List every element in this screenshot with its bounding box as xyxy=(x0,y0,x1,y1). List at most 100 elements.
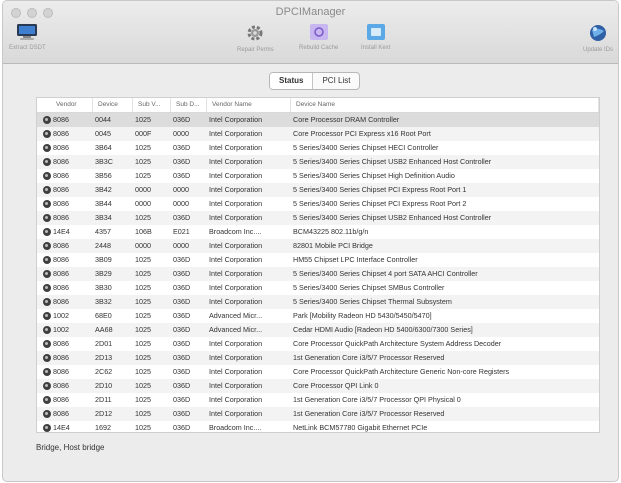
column-sub-vendor[interactable]: Sub V... xyxy=(135,98,171,112)
device-name-cell: 5 Series/3400 Series Chipset USB2 Enhanc… xyxy=(293,157,492,166)
rebuild-cache-button[interactable]: Rebuild Cache xyxy=(299,23,338,51)
device-name-cell: Core Processor PCI Express x16 Root Port xyxy=(293,129,431,138)
table-row[interactable]: 14E4 4357 106B E021 Broadcom Inc.... BCM43225… xyxy=(37,225,599,239)
table-row[interactable]: 8086 2D11 1025 036D Intel Corporation 1st Gen… xyxy=(37,393,599,407)
table-row[interactable]: 1002 AA68 1025 036D Advanced Micr... Cedar HD… xyxy=(37,323,599,337)
tab-pci-list[interactable]: PCI List xyxy=(312,73,359,89)
table-row[interactable]: 8086 2D01 1025 036D Intel Corporation Core Pr… xyxy=(37,337,599,351)
vendor-name-cell: Intel Corporation xyxy=(209,115,263,124)
table-row[interactable]: 8086 0045 000F 0000 Intel Corporation Core Pr… xyxy=(37,127,599,141)
update-ids-button[interactable]: Update IDs xyxy=(583,23,613,53)
monitor-icon xyxy=(17,24,38,40)
table-row[interactable]: 8086 3B3C 1025 036D Intel Corporation 5 Serie… xyxy=(37,155,599,169)
table-row[interactable]: 8086 3B56 1025 036D Intel Corporation 5 Serie… xyxy=(37,169,599,183)
vendor-cell: 8086 xyxy=(53,171,69,180)
sub-vendor-cell: 1025 xyxy=(135,255,151,264)
device-name-cell: 82801 Mobile PCI Bridge xyxy=(293,241,373,250)
device-name-cell: 5 Series/3400 Series Chipset High Defini… xyxy=(293,171,455,180)
vendor-cell: 8086 xyxy=(53,409,69,418)
vendor-cell: 8086 xyxy=(53,339,69,348)
vendor-name-cell: Intel Corporation xyxy=(209,395,263,404)
device-cell: 3B44 xyxy=(95,199,112,208)
device-cell: 3B3C xyxy=(95,157,113,166)
table-row[interactable]: 8086 3B34 1025 036D Intel Corporation 5 Serie… xyxy=(37,211,599,225)
sub-vendor-cell: 1025 xyxy=(135,381,151,390)
device-cell: 68E0 xyxy=(95,311,112,320)
pci-table[interactable]: Vendor Device Sub V... Sub D... Vendor N… xyxy=(36,97,600,433)
device-cell: 3B29 xyxy=(95,269,112,278)
sub-vendor-cell: 0000 xyxy=(135,185,151,194)
device-name-cell: 5 Series/3400 Series Chipset PCI Express… xyxy=(293,199,467,208)
table-row[interactable]: 8086 2D13 1025 036D Intel Corporation 1st Gen… xyxy=(37,351,599,365)
sub-vendor-cell: 1025 xyxy=(135,423,151,432)
table-row[interactable]: 8086 3B44 0000 0000 Intel Corporation 5 Serie… xyxy=(37,197,599,211)
sub-vendor-cell: 0000 xyxy=(135,199,151,208)
vendor-name-cell: Intel Corporation xyxy=(209,409,263,418)
table-row[interactable]: 8086 3B32 1025 036D Intel Corporation 5 Serie… xyxy=(37,295,599,309)
sub-device-cell: 036D xyxy=(173,171,191,180)
sub-device-cell: 036D xyxy=(173,311,191,320)
column-device[interactable]: Device xyxy=(95,98,133,112)
sub-vendor-cell: 1025 xyxy=(135,297,151,306)
tab-status[interactable]: Status xyxy=(270,73,313,89)
table-row[interactable]: 1002 68E0 1025 036D Advanced Micr... Park [Mo… xyxy=(37,309,599,323)
device-name-cell: 1st Generation Core i3/5/7 Processor QPI… xyxy=(293,395,461,404)
table-row[interactable]: 8086 2D10 1025 036D Intel Corporation Core Pr… xyxy=(37,379,599,393)
sub-vendor-cell: 1025 xyxy=(135,157,151,166)
device-cell: 2D13 xyxy=(95,353,113,362)
column-vendor[interactable]: Vendor xyxy=(53,98,93,112)
pci-device-icon xyxy=(43,326,51,334)
pci-device-icon xyxy=(43,368,51,376)
table-row[interactable]: 8086 3B09 1025 036D Intel Corporation HM55 Ch… xyxy=(37,253,599,267)
install-kext-button[interactable]: Install Kext xyxy=(361,23,390,51)
device-name-cell: Core Processor QuickPath Architecture Sy… xyxy=(293,339,502,348)
pci-device-icon xyxy=(43,242,51,250)
table-row[interactable]: 14E4 1692 1025 036D Broadcom Inc.... NetLink … xyxy=(37,421,599,432)
extract-dsdt-button[interactable]: Extract DSDT xyxy=(9,23,46,51)
device-cell: 3B56 xyxy=(95,171,112,180)
table-row[interactable]: 8086 3B42 0000 0000 Intel Corporation 5 Serie… xyxy=(37,183,599,197)
pci-device-icon xyxy=(43,186,51,194)
table-row[interactable]: 8086 2C62 1025 036D Intel Corporation Core Pr… xyxy=(37,365,599,379)
gear-icon xyxy=(247,25,263,41)
vendor-name-cell: Intel Corporation xyxy=(209,255,263,264)
pci-device-icon xyxy=(43,354,51,362)
table-row[interactable]: 8086 2D12 1025 036D Intel Corporation 1st Gen… xyxy=(37,407,599,421)
device-name-cell: 5 Series/3400 Series Chipset HECI Contro… xyxy=(293,143,439,152)
table-row[interactable]: 8086 0044 1025 036D Intel Corporation Core Pr… xyxy=(37,113,599,127)
pci-device-icon xyxy=(43,116,51,124)
repair-perms-label: Repair Perms xyxy=(237,47,274,53)
kext-icon xyxy=(366,24,385,40)
window-title: DPCIManager xyxy=(275,6,346,18)
vendor-name-cell: Intel Corporation xyxy=(209,297,263,306)
sub-vendor-cell: 1025 xyxy=(135,395,151,404)
sub-device-cell: 036D xyxy=(173,297,191,306)
pci-device-icon xyxy=(43,298,51,306)
sub-device-cell: 036D xyxy=(173,255,191,264)
device-name-cell: Core Processor QPI Link 0 xyxy=(293,381,379,390)
pci-device-icon xyxy=(43,382,51,390)
column-vendor-name[interactable]: Vendor Name xyxy=(209,98,291,112)
vendor-cell: 8086 xyxy=(53,129,69,138)
table-row[interactable]: 8086 3B64 1025 036D Intel Corporation 5 Serie… xyxy=(37,141,599,155)
column-device-name[interactable]: Device Name xyxy=(293,98,599,112)
vendor-cell: 8086 xyxy=(53,213,69,222)
column-sub-device[interactable]: Sub D... xyxy=(173,98,207,112)
sub-device-cell: 036D xyxy=(173,269,191,278)
device-cell: 3B32 xyxy=(95,297,112,306)
sub-vendor-cell: 1025 xyxy=(135,367,151,376)
sub-vendor-cell: 1025 xyxy=(135,171,151,180)
vendor-cell: 8086 xyxy=(53,297,69,306)
vendor-cell: 8086 xyxy=(53,157,69,166)
vendor-cell: 8086 xyxy=(53,255,69,264)
vendor-name-cell: Intel Corporation xyxy=(209,129,263,138)
table-row[interactable]: 8086 2448 0000 0000 Intel Corporation 82801 M… xyxy=(37,239,599,253)
device-cell: 4357 xyxy=(95,227,111,236)
table-row[interactable]: 8086 3B30 1025 036D Intel Corporation 5 Serie… xyxy=(37,281,599,295)
pci-device-icon xyxy=(43,270,51,278)
pci-device-icon xyxy=(43,144,51,152)
pci-device-icon xyxy=(43,284,51,292)
sub-device-cell: 0000 xyxy=(173,241,189,250)
repair-perms-button[interactable]: Repair Perms xyxy=(237,23,274,53)
table-row[interactable]: 8086 3B29 1025 036D Intel Corporation 5 Serie… xyxy=(37,267,599,281)
